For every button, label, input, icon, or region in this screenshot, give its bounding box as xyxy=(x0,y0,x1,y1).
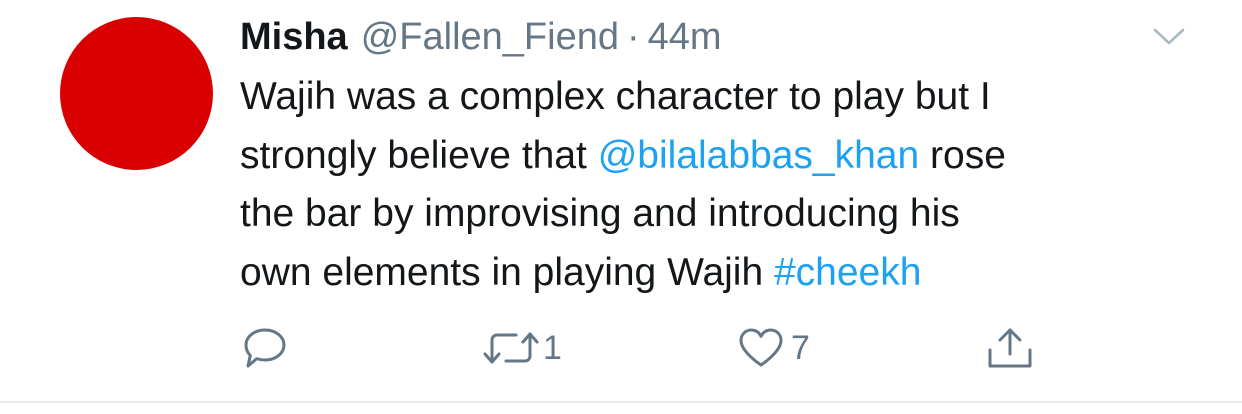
share-icon xyxy=(988,328,1032,368)
header-separator: · xyxy=(626,16,640,58)
share-button[interactable] xyxy=(986,326,1034,370)
reply-button[interactable] xyxy=(242,326,288,370)
tweet-text-line: the bar by improvising and introducing h… xyxy=(240,192,960,235)
tweet-text-line: own elements in playing Wajih #cheekh xyxy=(240,244,1200,303)
tweet-header: Misha @Fallen_Fiend · 44m xyxy=(240,14,722,60)
author-handle[interactable]: @Fallen_Fiend xyxy=(361,14,619,60)
tweet-menu-button[interactable] xyxy=(1151,22,1187,52)
tweet-text-segment: own elements in playing Wajih xyxy=(240,250,774,294)
divider xyxy=(0,401,1242,403)
tweet-text-line: Wajih was a complex character to play bu… xyxy=(240,75,991,118)
tweet-text-line: strongly believe that @bilalabbas_khan r… xyxy=(240,127,1200,186)
mention-link[interactable]: @bilalabbas_khan xyxy=(598,134,919,177)
author-display-name[interactable]: Misha xyxy=(240,14,348,60)
tweet-text-segment: strongly believe that xyxy=(240,133,598,177)
hashtag-link[interactable]: #cheekh xyxy=(774,251,921,294)
tweet-text: Wajih was a complex character to play bu… xyxy=(240,68,1200,302)
avatar[interactable] xyxy=(60,17,213,170)
chevron-down-icon xyxy=(1153,28,1185,45)
reply-icon xyxy=(244,328,286,368)
tweet-timestamp[interactable]: 44m xyxy=(648,14,722,60)
retweet-button[interactable]: 1 xyxy=(481,326,562,370)
retweet-icon xyxy=(483,332,539,364)
retweet-count: 1 xyxy=(543,329,562,367)
heart-icon xyxy=(739,328,783,367)
like-count: 7 xyxy=(791,329,810,367)
tweet-text-segment: rose xyxy=(919,133,1006,177)
like-button[interactable]: 7 xyxy=(737,326,810,370)
